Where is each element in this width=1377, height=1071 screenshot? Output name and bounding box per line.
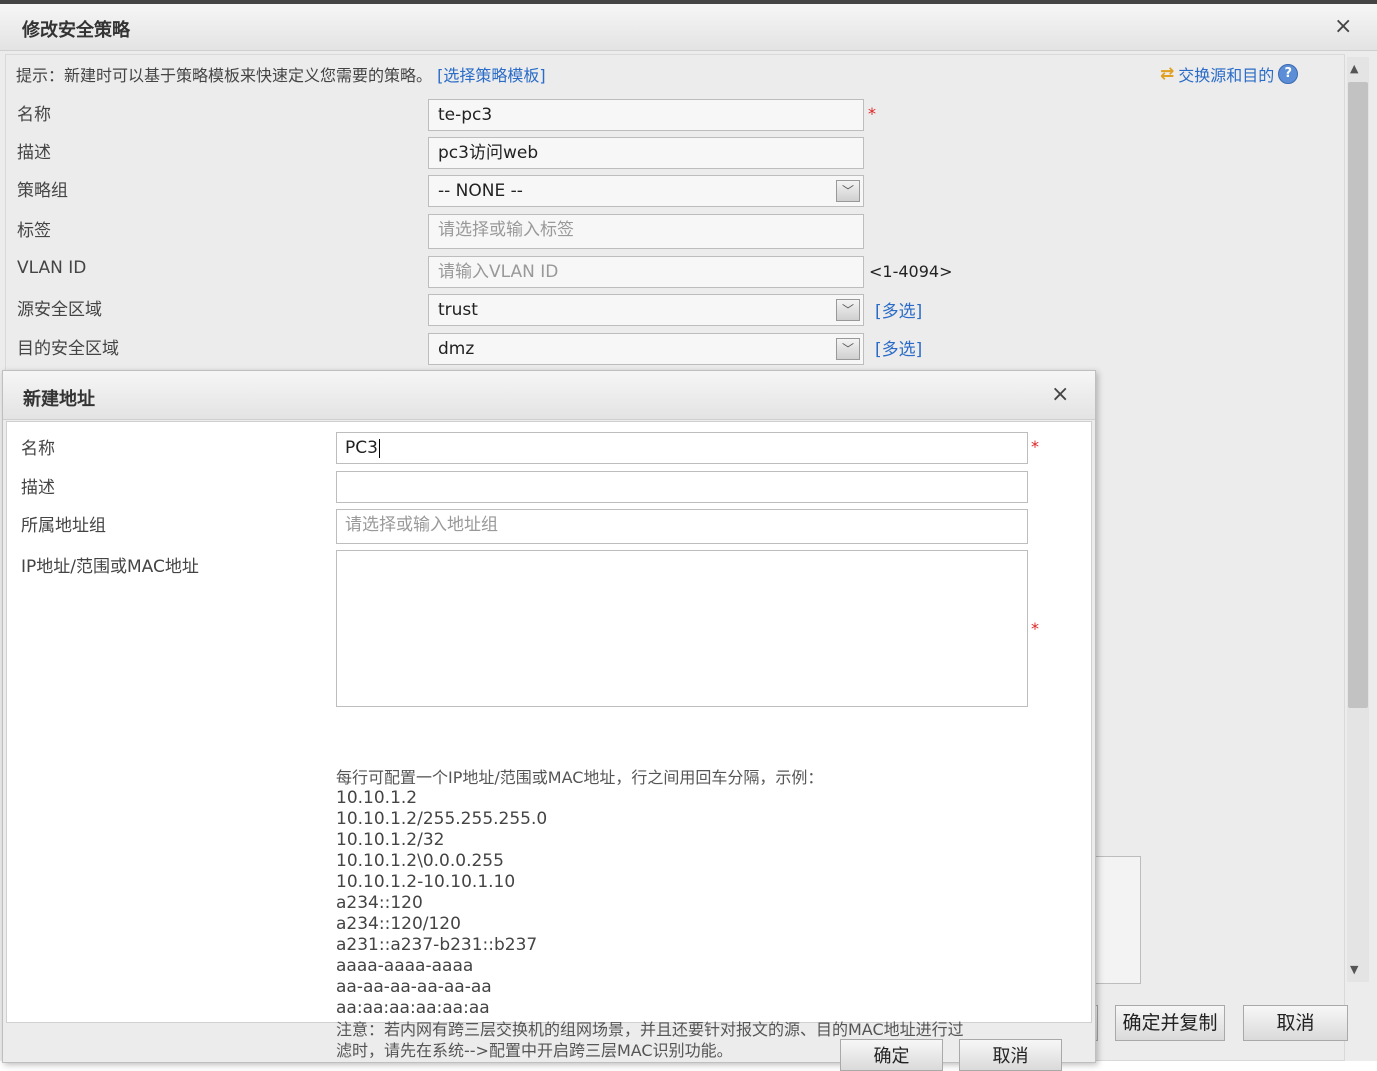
scroll-up-icon[interactable]: ▲ <box>1350 62 1358 75</box>
policy-desc-input[interactable]: pc3访问web <box>428 137 864 169</box>
note-line-1: 注意：若内网有跨三层交换机的组网场景，并且还要针对报文的源、目的MAC地址进行过 <box>336 1020 964 1039</box>
address-format-help: 每行可配置一个IP地址/范围或MAC地址，行之间用回车分隔，示例： 10.10.… <box>336 767 1056 1061</box>
example-line: aaaa-aaaa-aaaa <box>336 956 474 976</box>
vlan-id-label: VLAN ID <box>17 258 87 278</box>
required-mark: * <box>1031 437 1039 456</box>
outer-cancel-button[interactable]: 取消 <box>1243 1005 1348 1041</box>
scrollbar-thumb[interactable] <box>1348 82 1368 708</box>
required-mark: * <box>1031 619 1039 638</box>
background-panel <box>1094 856 1141 984</box>
template-hint: 提示：新建时可以基于策略模板来快速定义您需要的策略。 [选择策略模板] <box>16 62 546 86</box>
inner-dialog-title: 新建地址 <box>23 389 95 410</box>
address-desc-input[interactable] <box>336 471 1028 503</box>
address-group-input[interactable]: 请选择或输入地址组 <box>336 509 1028 544</box>
tag-input[interactable]: 请选择或输入标签 <box>428 214 864 249</box>
ok-button[interactable]: 确定 <box>840 1039 943 1071</box>
example-line: 10.10.1.2\0.0.0.255 <box>336 851 504 871</box>
confirm-and-copy-button[interactable]: 确定并复制 <box>1115 1005 1225 1041</box>
tag-label: 标签 <box>17 221 51 241</box>
inner-cancel-button[interactable]: 取消 <box>959 1039 1062 1071</box>
policy-group-select[interactable]: -- NONE -- ﹀ <box>428 175 864 207</box>
src-zone-value: trust <box>438 300 478 320</box>
chevron-down-icon[interactable]: ﹀ <box>836 180 860 202</box>
vlan-id-input[interactable]: 请输入VLAN ID <box>428 256 864 288</box>
dst-zone-multiselect-link[interactable]: [多选] <box>875 335 922 360</box>
address-group-label: 所属地址组 <box>21 516 106 536</box>
swap-src-dst-link[interactable]: ⇄ 交换源和目的 ? <box>1160 62 1299 86</box>
example-line: a231::a237-b231::b237 <box>336 935 538 955</box>
outer-close-icon[interactable]: × <box>1334 16 1352 38</box>
dst-zone-label: 目的安全区域 <box>17 339 119 359</box>
text-cursor <box>378 438 380 458</box>
example-line: aa:aa:aa:aa:aa:aa <box>336 998 490 1018</box>
policy-desc-label: 描述 <box>17 143 51 163</box>
inner-close-icon[interactable]: × <box>1051 384 1069 406</box>
inner-dialog-body: 名称 PC3 * 描述 所属地址组 请选择或输入地址组 IP地址/范围或MAC地… <box>6 421 1092 1060</box>
src-zone-multiselect-link[interactable]: [多选] <box>875 297 922 322</box>
chevron-down-icon[interactable]: ﹀ <box>836 299 860 321</box>
policy-group-value: -- NONE -- <box>438 181 523 201</box>
outer-dialog-header: 修改安全策略 × <box>0 4 1377 51</box>
dst-zone-value: dmz <box>438 339 475 359</box>
example-line: 10.10.1.2-10.10.1.10 <box>336 872 516 892</box>
address-name-label: 名称 <box>21 439 55 459</box>
help-intro: 每行可配置一个IP地址/范围或MAC地址，行之间用回车分隔，示例： <box>336 768 824 787</box>
policy-group-label: 策略组 <box>17 181 68 201</box>
example-line: 10.10.1.2/32 <box>336 830 445 850</box>
src-zone-label: 源安全区域 <box>17 300 102 320</box>
help-icon[interactable]: ? <box>1278 64 1299 84</box>
policy-name-label: 名称 <box>17 105 51 125</box>
new-address-dialog: 新建地址 × 名称 PC3 * 描述 所属地址组 请选择或输入地址组 IP地址/… <box>2 370 1096 1071</box>
example-line: aa-aa-aa-aa-aa-aa <box>336 977 492 997</box>
ip-mac-label: IP地址/范围或MAC地址 <box>21 557 199 577</box>
example-line: a234::120 <box>336 893 423 913</box>
address-name-value: PC3 <box>345 438 378 458</box>
example-line: 10.10.1.2 <box>336 788 418 808</box>
hint-text: 提示：新建时可以基于策略模板来快速定义您需要的策略。 <box>16 66 433 85</box>
chevron-down-icon[interactable]: ﹀ <box>836 338 860 360</box>
ip-mac-textarea[interactable] <box>336 550 1028 707</box>
outer-dialog-title: 修改安全策略 <box>22 20 130 41</box>
inner-dialog-header: 新建地址 × <box>3 371 1095 420</box>
example-line: a234::120/120 <box>336 914 461 934</box>
required-mark: * <box>868 104 876 123</box>
note-line-2: 滤时，请先在系统-->配置中开启跨三层MAC识别功能。 <box>336 1041 733 1060</box>
vlan-range-hint: <1-4094> <box>869 262 953 281</box>
swap-icon: ⇄ <box>1160 64 1175 84</box>
select-template-link[interactable]: [选择策略模板] <box>437 66 546 85</box>
swap-label: 交换源和目的 <box>1178 66 1275 85</box>
policy-name-input[interactable]: te-pc3 <box>428 99 864 131</box>
dst-zone-select[interactable]: dmz ﹀ <box>428 333 864 365</box>
address-name-input[interactable]: PC3 <box>336 432 1028 464</box>
scroll-down-icon[interactable]: ▼ <box>1350 963 1358 976</box>
example-line: 10.10.1.2/255.255.255.0 <box>336 809 548 829</box>
address-desc-label: 描述 <box>21 478 55 498</box>
src-zone-select[interactable]: trust ﹀ <box>428 294 864 326</box>
